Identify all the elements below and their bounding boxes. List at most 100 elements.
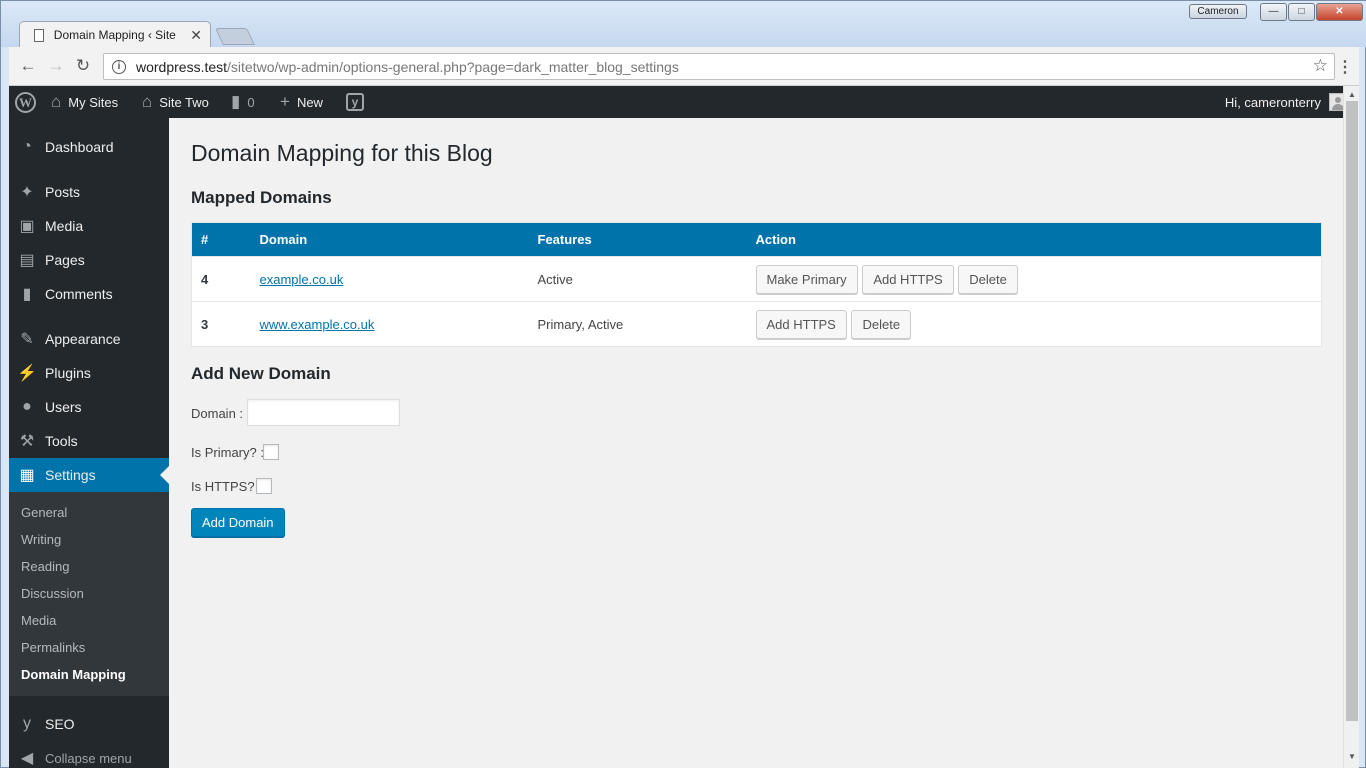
sidebar-item-label: Users [45,399,82,415]
delete-button[interactable]: Delete [851,309,912,339]
collapse-menu-button[interactable]: ◀ Collapse menu [9,741,169,768]
sidebar-item-label: Pages [45,252,85,268]
plug-icon: ⚡ [17,365,37,382]
close-tab-icon[interactable]: ✕ [190,27,202,44]
wordpress-logo-link[interactable]: W [15,86,36,118]
page-title: Domain Mapping for this Blog [191,140,493,166]
settings-submenu: General Writing Reading Discussion Media… [9,492,169,696]
sidebar-item-plugins[interactable]: ⚡ Plugins [9,356,169,390]
media-icon: ▣ [19,218,35,235]
yoast-icon: y [23,715,31,732]
sidebar-item-comments[interactable]: ▮ Comments [9,277,169,311]
delete-button[interactable]: Delete [958,264,1018,294]
site-name-label: Site Two [159,94,209,110]
url-host: wordpress.test [136,58,228,75]
collapse-icon: ◀ [20,750,34,767]
scroll-up-icon[interactable]: ▲ [1348,90,1356,99]
new-content-link[interactable]: + New [280,86,323,118]
comment-icon: ▮ [22,286,32,303]
sidebar-item-label: Comments [45,286,113,302]
comment-icon: ▮ [231,92,241,111]
column-header-action: Action [746,222,1322,257]
sidebar-item-users[interactable]: ● Users [9,390,169,424]
new-tab-button[interactable] [215,28,255,45]
wrench-icon: ⚒ [19,433,35,450]
window-close-button[interactable]: ✕ [1316,3,1363,21]
column-header-number: # [191,222,251,257]
sidebar-item-label: Media [45,218,84,234]
sidebar-item-pages[interactable]: ▤ Pages [9,243,169,277]
domain-link[interactable]: www.example.co.uk [260,317,375,332]
info-icon[interactable]: i [112,59,126,74]
domain-id: 4 [191,256,251,302]
document-icon [34,28,44,42]
yoast-icon: y [346,93,364,111]
sidebar-item-label: Settings [45,467,96,483]
forward-icon[interactable]: → [45,56,67,76]
sidebar-item-appearance[interactable]: ✎ Appearance [9,322,169,356]
submenu-item-general[interactable]: General [21,505,67,520]
sidebar-item-label: Plugins [45,365,91,381]
kebab-menu-icon[interactable]: ⋮ [1337,57,1353,77]
is-primary-label: Is Primary? : [191,445,264,460]
scroll-down-icon[interactable]: ▼ [1348,752,1356,761]
domain-features: Primary, Active [528,301,747,347]
submenu-item-permalinks[interactable]: Permalinks [21,640,85,655]
add-domain-heading: Add New Domain [191,364,331,383]
submenu-item-media[interactable]: Media [21,613,56,628]
settings-icon: ▦ [19,467,35,484]
page-scrollbar[interactable]: ▲ ▼ [1343,86,1359,768]
browser-tab-active[interactable]: Domain Mapping ‹ Site T ✕ [19,21,211,48]
is-https-label: Is HTTPS? : [191,479,262,494]
yoast-seo-link[interactable]: y [346,86,364,118]
comments-count: 0 [247,94,255,110]
domain-input[interactable] [247,399,400,426]
sidebar-item-settings[interactable]: ▦ Settings [9,458,169,492]
submenu-item-domain-mapping[interactable]: Domain Mapping [21,667,126,682]
scroll-thumb[interactable] [1346,101,1358,721]
sidebar-item-posts[interactable]: ✦ Posts [9,175,169,209]
add-https-button[interactable]: Add HTTPS [862,264,954,294]
column-header-domain: Domain [250,222,529,257]
reload-icon[interactable]: ↻ [72,56,94,76]
star-icon[interactable]: ☆ [1313,56,1328,76]
is-https-checkbox[interactable] [256,478,272,494]
domain-link[interactable]: example.co.uk [260,272,344,287]
make-primary-button[interactable]: Make Primary [755,264,858,294]
submenu-item-reading[interactable]: Reading [21,559,69,574]
back-icon[interactable]: ← [17,56,39,76]
add-https-button[interactable]: Add HTTPS [755,309,847,339]
submenu-item-writing[interactable]: Writing [21,532,61,547]
sidebar-item-label: Tools [45,433,78,449]
sidebar-item-dashboard[interactable]: ◔ Dashboard [9,130,169,164]
address-bar[interactable]: i wordpress.test/sitetwo/wp-admin/option… [103,53,1335,80]
comments-link[interactable]: ▮ 0 [231,86,255,118]
domain-id: 3 [191,301,251,347]
my-account-link[interactable]: Hi, cameronterry [1225,86,1347,118]
column-header-features: Features [528,222,747,257]
table-row: 4 example.co.uk Active Make Primary Add … [191,256,1322,302]
maximize-button[interactable]: □ [1288,3,1315,21]
pages-icon: ▤ [19,252,35,269]
minimize-button[interactable]: — [1260,3,1287,21]
mapped-domains-heading: Mapped Domains [191,188,332,207]
sidebar-item-seo[interactable]: y SEO [9,707,169,741]
sidebar-item-label: Collapse menu [45,750,132,766]
sidebar-item-label: Posts [45,184,81,200]
main-content: Domain Mapping for this Blog Mapped Doma… [169,118,1343,768]
table-header-row: # Domain Features Action [191,222,1322,257]
profile-badge[interactable]: Cameron [1189,4,1247,19]
my-sites-link[interactable]: ⌂ My Sites [51,86,118,118]
home-icon: ⌂ [142,92,153,111]
new-label: New [296,94,323,110]
sidebar-item-tools[interactable]: ⚒ Tools [9,424,169,458]
sidebar-item-media[interactable]: ▣ Media [9,209,169,243]
is-primary-checkbox[interactable] [263,444,279,460]
add-domain-button[interactable]: Add Domain [191,508,285,537]
wordpress-logo-icon: W [15,91,36,113]
pin-icon: ✦ [20,184,34,201]
sidebar-item-label: Dashboard [45,139,114,155]
domain-field-label: Domain : [191,406,244,421]
site-name-link[interactable]: ⌂ Site Two [142,86,209,118]
submenu-item-discussion[interactable]: Discussion [21,586,84,601]
